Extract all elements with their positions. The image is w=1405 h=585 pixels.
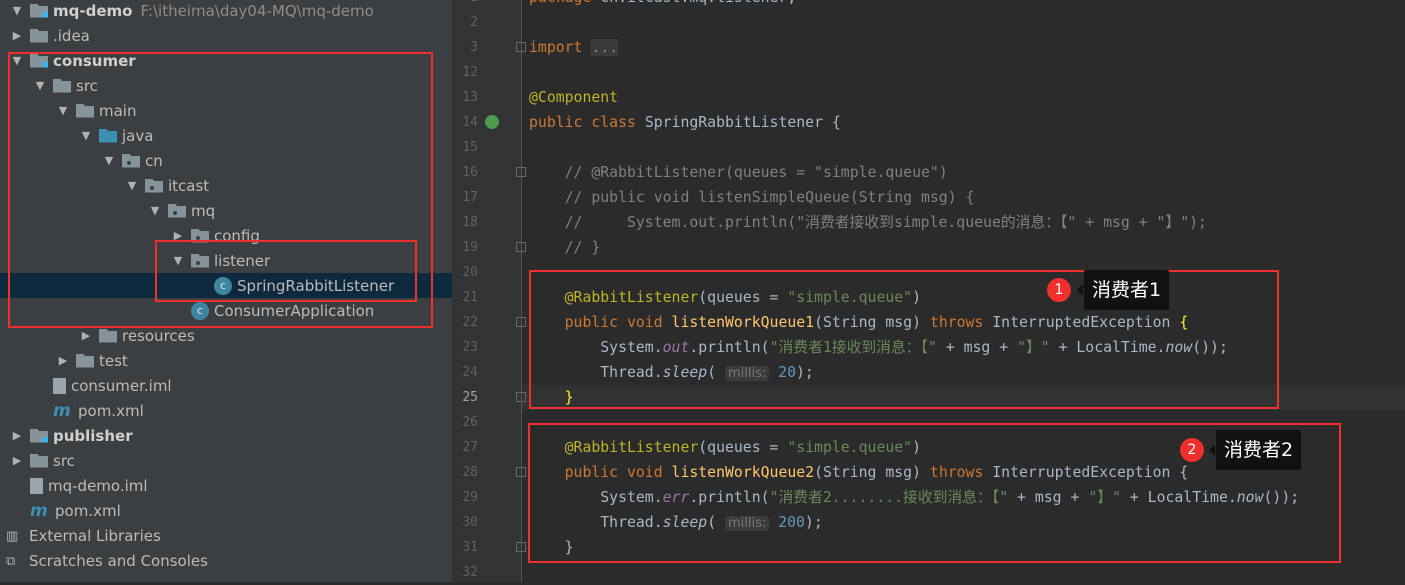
iml-file-icon — [53, 377, 66, 394]
code-token: import — [529, 39, 592, 56]
line-number: 22 — [462, 315, 478, 330]
resources-folder-icon — [99, 328, 117, 343]
code-line[interactable]: package cn.itcast.mq.listener; — [529, 0, 796, 10]
line-number: 18 — [462, 215, 478, 230]
tree-item-label: resources — [122, 326, 195, 345]
folded-imports[interactable]: ... — [591, 39, 619, 56]
line-number: 15 — [462, 140, 478, 155]
line-number: 28 — [462, 465, 478, 480]
tree-item-label: External Libraries — [29, 526, 161, 545]
folder-icon — [30, 453, 48, 468]
tree-item[interactable]: m pom.xml — [0, 398, 452, 423]
expand-arrow-icon[interactable]: ▶ — [79, 329, 93, 342]
line-number: 27 — [462, 440, 478, 455]
tree-item[interactable]: ▶ test — [0, 348, 452, 373]
line-number: 32 — [462, 565, 478, 580]
tree-item-label: mq-demo — [53, 1, 133, 20]
tree-item[interactable]: ▼ mq-demo F:\itheima\day04-MQ\mq-demo — [0, 0, 452, 23]
tree-item[interactable]: consumer.iml — [0, 373, 452, 398]
line-number: 20 — [462, 265, 478, 280]
module-folder-icon — [30, 428, 48, 443]
maven-icon: m — [53, 400, 71, 421]
line-number: 29 — [462, 490, 478, 505]
code-line[interactable]: import ... — [529, 35, 619, 60]
expand-arrow-icon[interactable]: ▶ — [10, 429, 24, 442]
project-path: F:\itheima\day04-MQ\mq-demo — [140, 1, 374, 20]
line-number: 25 — [462, 390, 478, 405]
callout-consumer1: 消费者1 — [1076, 270, 1170, 310]
tree-item[interactable]: ⧉ Scratches and Consoles — [0, 548, 452, 573]
code-line[interactable]: @Component — [529, 85, 618, 110]
badge-1: 1 — [1047, 278, 1071, 302]
fold-toggle-icon[interactable] — [516, 467, 526, 477]
code-line[interactable]: // System.out.println("消费者接收到simple.queu… — [529, 210, 1207, 235]
expand-arrow-icon[interactable]: ▶ — [10, 29, 24, 42]
scratches-icon: ⧉ — [6, 553, 16, 569]
line-number: 17 — [462, 190, 478, 205]
tree-item[interactable]: ▶ publisher — [0, 423, 452, 448]
maven-icon: m — [30, 500, 48, 521]
tree-item-label: src — [53, 451, 75, 470]
fold-toggle-icon[interactable] — [516, 392, 526, 402]
code-token: public class — [529, 114, 645, 131]
code-token: @Component — [529, 89, 619, 106]
code-line[interactable]: // @RabbitListener(queues = "simple.queu… — [529, 160, 948, 185]
fold-toggle-icon[interactable] — [516, 542, 526, 552]
code-token: SpringRabbitListener { — [644, 114, 841, 131]
library-icon: ▥ — [6, 528, 19, 544]
line-number: 21 — [462, 290, 478, 305]
tree-item[interactable]: ▥ External Libraries — [0, 523, 452, 548]
expand-arrow-icon[interactable]: ▶ — [56, 354, 70, 367]
tree-item-label: test — [99, 351, 128, 370]
code-token: // System.out.println("消费者接收到simple.queu… — [529, 214, 1207, 231]
tree-item-label: .idea — [53, 26, 90, 45]
code-token: // public void listenSimpleQueue(String … — [529, 189, 975, 206]
fold-toggle-icon[interactable] — [516, 167, 526, 177]
folder-icon — [30, 28, 48, 43]
fold-toggle-icon[interactable] — [516, 242, 526, 252]
line-number: 30 — [462, 515, 478, 530]
tree-item[interactable]: ▶ src — [0, 448, 452, 473]
collapse-arrow-icon[interactable]: ▼ — [10, 4, 24, 17]
tree-item-label: consumer.iml — [71, 376, 172, 395]
folder-icon — [76, 353, 94, 368]
line-number: 14 — [462, 115, 478, 130]
code-line[interactable]: public class SpringRabbitListener { — [529, 110, 841, 135]
line-number: 3 — [470, 40, 478, 55]
code-token: package — [529, 0, 600, 6]
line-number: 26 — [462, 415, 478, 430]
spring-bean-gutter-icon[interactable] — [485, 115, 499, 129]
expand-arrow-icon[interactable]: ▶ — [10, 454, 24, 467]
module-folder-icon — [30, 3, 48, 18]
tree-item[interactable]: ▶ .idea — [0, 23, 452, 48]
tree-item[interactable]: m pom.xml — [0, 498, 452, 523]
line-number: 24 — [462, 365, 478, 380]
highlight-listener-package — [155, 240, 417, 302]
code-line[interactable]: // public void listenSimpleQueue(String … — [529, 185, 975, 210]
code-token: cn.itcast.mq.listener; — [600, 0, 796, 6]
line-number: 19 — [462, 240, 478, 255]
iml-file-icon — [30, 477, 43, 494]
badge-2: 2 — [1180, 438, 1204, 462]
tree-item-label: Scratches and Consoles — [29, 551, 208, 570]
code-token: // @RabbitListener(queues = "simple.queu… — [529, 164, 948, 181]
tree-item-label: pom.xml — [55, 501, 121, 520]
line-number: 16 — [462, 165, 478, 180]
callout-consumer2: 消费者2 — [1208, 430, 1302, 470]
code-line[interactable]: // } — [529, 235, 601, 260]
fold-toggle-icon[interactable] — [516, 42, 526, 52]
tree-item-label: publisher — [53, 426, 133, 445]
tree-item[interactable]: mq-demo.iml — [0, 473, 452, 498]
line-number: 13 — [462, 90, 478, 105]
line-number: 31 — [462, 540, 478, 555]
tree-item-label: mq-demo.iml — [48, 476, 148, 495]
line-number: 1 — [452, 0, 478, 10]
line-number: 2 — [470, 15, 478, 30]
fold-toggle-icon[interactable] — [516, 317, 526, 327]
tree-item-label: pom.xml — [78, 401, 144, 420]
line-number: 23 — [462, 340, 478, 355]
line-number: 12 — [462, 65, 478, 80]
code-token: // } — [529, 239, 601, 256]
